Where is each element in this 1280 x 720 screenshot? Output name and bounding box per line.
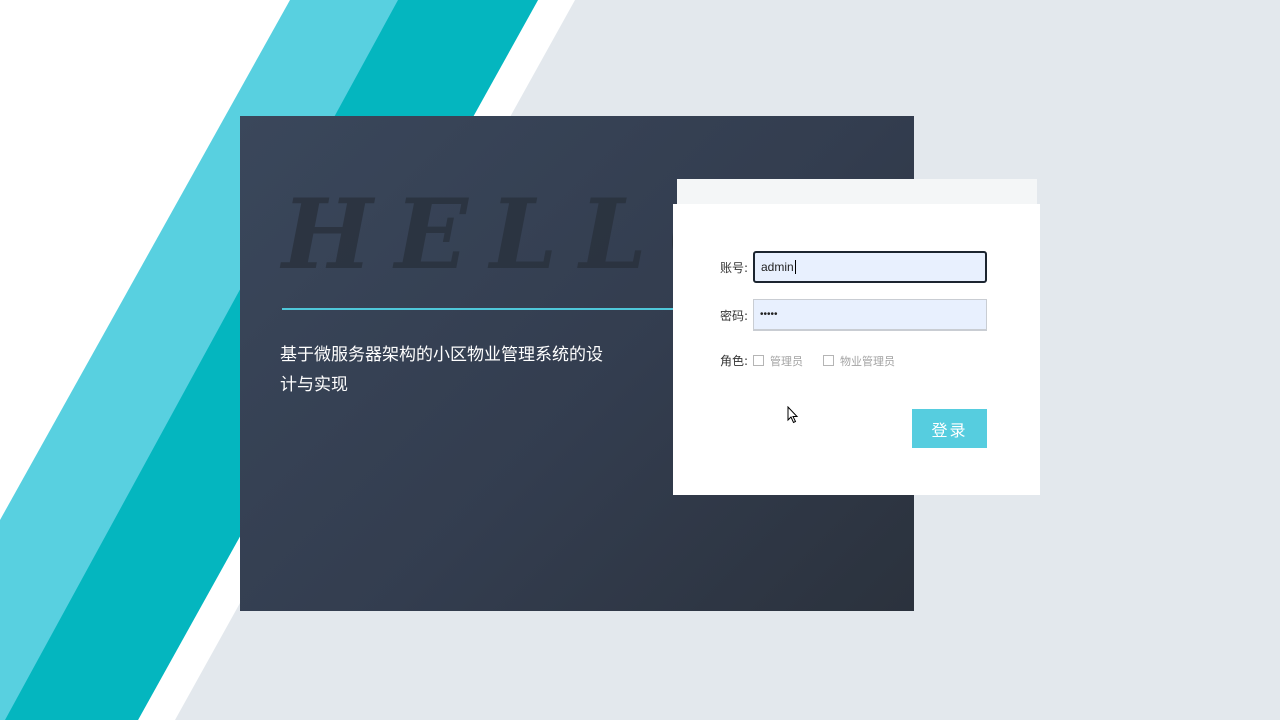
password-label: 密码: [720, 308, 749, 323]
password-row: 密码: ••••• [720, 299, 987, 331]
account-value: admin [761, 260, 794, 274]
mouse-pointer-icon [787, 406, 799, 424]
checkbox-unchecked-icon[interactable] [753, 355, 764, 366]
role-row: 角色: 管理员 物业管理员 [720, 352, 915, 369]
role-option-label: 物业管理员 [840, 354, 895, 368]
role-option-admin[interactable]: 管理员 [753, 353, 803, 369]
account-input[interactable]: admin [753, 251, 987, 283]
system-title: 基于微服务器架构的小区物业管理系统的设计与实现 [280, 345, 603, 395]
password-input[interactable]: ••••• [753, 299, 987, 331]
account-label: 账号: [720, 260, 749, 275]
login-page: HELLO 基于微服务器架构的小区物业管理系统的设计与实现 账号: admin … [0, 0, 1280, 720]
hero-divider [282, 308, 674, 310]
login-card: 账号: admin 密码: ••••• 角色: 管理员 物业管理员 登录 [673, 204, 1040, 495]
login-button[interactable]: 登录 [912, 409, 987, 448]
role-option-property-manager[interactable]: 物业管理员 [823, 353, 895, 369]
text-caret [794, 260, 796, 274]
role-label: 角色: [720, 354, 749, 368]
password-value: ••••• [760, 309, 778, 320]
account-row: 账号: admin [720, 251, 987, 283]
checkbox-unchecked-icon[interactable] [823, 355, 834, 366]
role-option-label: 管理员 [770, 354, 803, 368]
